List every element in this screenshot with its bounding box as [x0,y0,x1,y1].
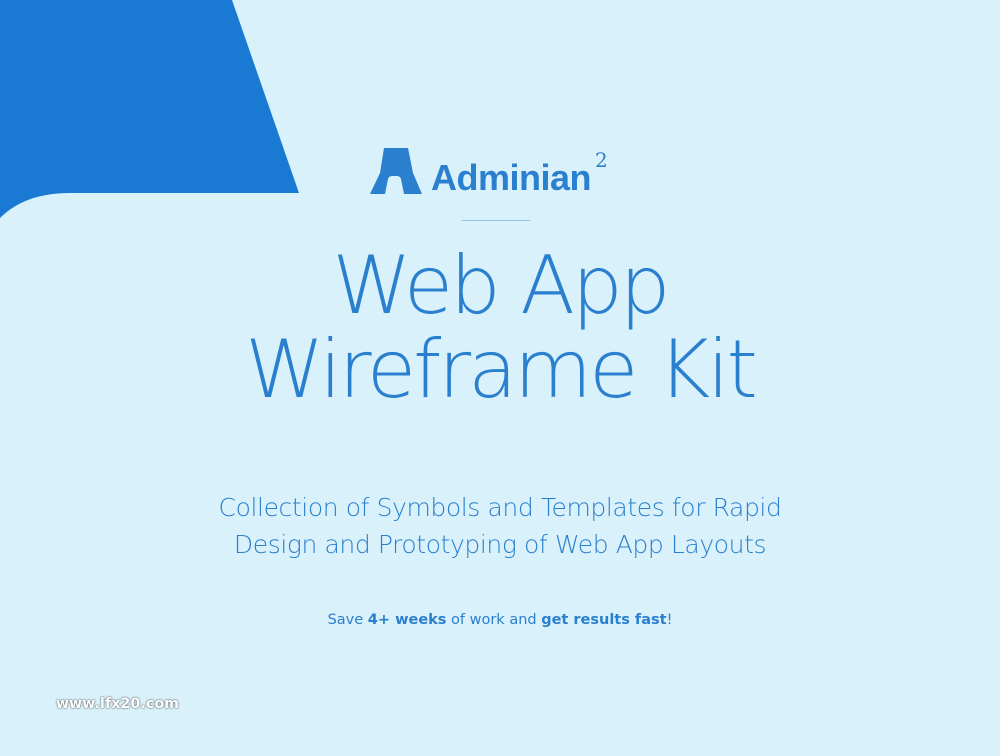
cover-page: Adminian 2 Web App Wireframe Kit Collect… [0,0,1000,756]
headline-line-2: Wireframe Kit [245,323,758,416]
tagline: Save 4+ weeks of work and get results fa… [0,610,1000,630]
title-divider [462,220,530,221]
tagline-emphasis-results: get results fast [541,612,667,628]
corner-decoration-shape [0,0,299,218]
headline-line-1: Web App [332,239,670,332]
tagline-text-1: Save [327,612,368,628]
tagline-emphasis-weeks: 4+ weeks [367,612,447,628]
watermark: www.lfx20.com [56,696,180,712]
brand-logo: Adminian 2 [370,148,608,198]
adminian-logo-icon [370,148,422,194]
tagline-text-3: ! [666,612,673,628]
subtitle-line-2: Design and Prototyping of Web App Layout… [233,530,767,559]
subtitle-line-1: Collection of Symbols and Templates for … [218,493,782,522]
brand-name: Adminian [431,157,592,198]
tagline-text-2: of work and [446,612,542,628]
brand-version-superscript: 2 [595,148,608,172]
